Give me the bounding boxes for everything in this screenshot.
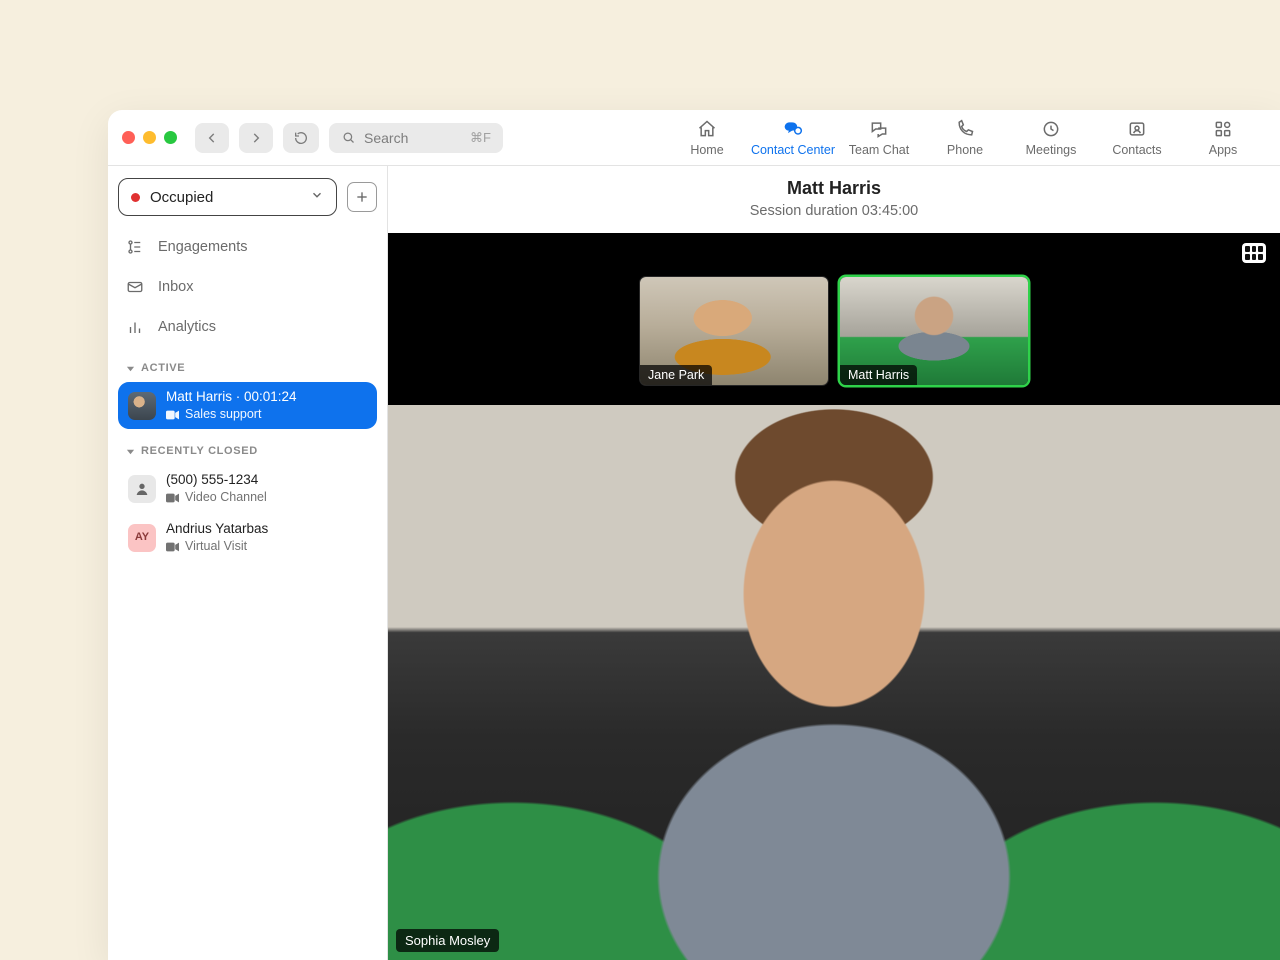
clock-icon: [1041, 119, 1061, 139]
bar-chart-icon: [126, 318, 144, 336]
chevron-left-icon: [205, 131, 219, 145]
plus-icon: [354, 189, 370, 205]
section-title: RECENTLY CLOSED: [141, 445, 258, 457]
person-icon: [134, 481, 150, 497]
sidebar-item-inbox[interactable]: Inbox: [118, 268, 377, 306]
search-input[interactable]: Search ⌘F: [329, 123, 503, 153]
status-row: Occupied: [118, 178, 377, 216]
tab-home[interactable]: Home: [664, 110, 750, 165]
session-duration: Session duration 03:45:00: [388, 203, 1280, 219]
chevron-down-icon: [310, 188, 324, 206]
avatar: [128, 392, 156, 420]
fullscreen-window-icon[interactable]: [164, 131, 177, 144]
contact-card-icon: [1127, 119, 1147, 139]
engagement-active-0[interactable]: Matt Harris · 00:01:24 Sales support: [118, 382, 377, 429]
tab-label: Meetings: [1026, 143, 1077, 157]
search-icon: [341, 130, 356, 145]
main-panel: Matt Harris Session duration 03:45:00 Ja…: [388, 166, 1280, 960]
app-window: Search ⌘F Home Contact Center Team Chat …: [108, 110, 1280, 960]
nav-forward-button[interactable]: [239, 123, 273, 153]
avatar: AY: [128, 524, 156, 552]
chat-bubbles-icon: [869, 119, 889, 139]
avatar-initials: AY: [135, 530, 149, 545]
tab-contact-center[interactable]: Contact Center: [750, 110, 836, 165]
tab-label: Team Chat: [849, 143, 909, 157]
sidebar: Occupied Engagements Inbox Analyt: [108, 166, 388, 960]
tab-team-chat[interactable]: Team Chat: [836, 110, 922, 165]
engagement-title: Matt Harris · 00:01:24: [166, 388, 297, 406]
search-placeholder: Search: [364, 130, 408, 146]
engagement-recent-1[interactable]: AY Andrius Yatarbas Virtual Visit: [118, 514, 377, 561]
mail-icon: [126, 278, 144, 296]
new-engagement-button[interactable]: [347, 182, 377, 212]
app-body: Occupied Engagements Inbox Analyt: [108, 166, 1280, 960]
sidebar-item-label: Inbox: [158, 279, 193, 295]
window-traffic-lights[interactable]: [122, 131, 177, 144]
tab-label: Apps: [1209, 143, 1238, 157]
engagements-icon: [126, 238, 144, 256]
agent-status-select[interactable]: Occupied: [118, 178, 337, 216]
sidebar-item-label: Engagements: [158, 239, 247, 255]
active-speaker-video[interactable]: Sophia Mosley: [388, 405, 1280, 960]
engagement-title: Andrius Yatarbas: [166, 520, 268, 538]
history-button[interactable]: [283, 123, 319, 153]
video-call-area: Jane Park Matt Harris Sophia Mosley: [388, 233, 1280, 960]
tab-label: Contact Center: [751, 143, 835, 157]
sidebar-item-analytics[interactable]: Analytics: [118, 308, 377, 346]
gallery-view-button[interactable]: [1242, 243, 1266, 263]
avatar: [128, 475, 156, 503]
session-contact-name: Matt Harris: [388, 178, 1280, 199]
participant-thumbnails: Jane Park Matt Harris: [388, 233, 1280, 385]
participant-thumbnail-0[interactable]: Jane Park: [640, 277, 828, 385]
tab-contacts[interactable]: Contacts: [1094, 110, 1180, 165]
status-label: Occupied: [150, 189, 213, 206]
headset-chat-icon: [783, 119, 803, 139]
tab-apps[interactable]: Apps: [1180, 110, 1266, 165]
participant-thumbnail-1[interactable]: Matt Harris: [840, 277, 1028, 385]
minimize-window-icon[interactable]: [143, 131, 156, 144]
engagement-channel: Virtual Visit: [185, 538, 247, 555]
tab-meetings[interactable]: Meetings: [1008, 110, 1094, 165]
sidebar-item-engagements[interactable]: Engagements: [118, 228, 377, 266]
top-tabs: Home Contact Center Team Chat Phone Meet…: [664, 110, 1266, 165]
engagement-recent-0[interactable]: (500) 555-1234 Video Channel: [118, 465, 377, 512]
video-icon: [166, 542, 179, 552]
tab-label: Contacts: [1112, 143, 1161, 157]
status-dot-icon: [131, 193, 140, 202]
phone-icon: [955, 119, 975, 139]
tab-label: Home: [690, 143, 723, 157]
sidebar-item-label: Analytics: [158, 319, 216, 335]
video-icon: [166, 493, 179, 503]
engagement-channel: Video Channel: [185, 489, 267, 506]
participant-name-label: Matt Harris: [840, 365, 917, 385]
search-shortcut: ⌘F: [470, 130, 491, 146]
tab-label: Phone: [947, 143, 983, 157]
chevron-right-icon: [249, 131, 263, 145]
toolbar: Search ⌘F Home Contact Center Team Chat …: [108, 110, 1280, 166]
session-header: Matt Harris Session duration 03:45:00: [388, 166, 1280, 233]
engagement-channel: Sales support: [185, 406, 261, 423]
history-icon: [293, 130, 309, 146]
section-header-recent[interactable]: RECENTLY CLOSED: [118, 431, 377, 463]
tab-phone[interactable]: Phone: [922, 110, 1008, 165]
video-icon: [166, 410, 179, 420]
engagement-title: (500) 555-1234: [166, 471, 267, 489]
section-header-active[interactable]: ACTIVE: [118, 348, 377, 380]
caret-down-icon: [126, 447, 135, 456]
home-icon: [697, 119, 717, 139]
nav-back-button[interactable]: [195, 123, 229, 153]
participant-name-label: Jane Park: [640, 365, 712, 385]
caret-down-icon: [126, 364, 135, 373]
section-title: ACTIVE: [141, 362, 185, 374]
apps-grid-icon: [1213, 119, 1233, 139]
active-speaker-name-label: Sophia Mosley: [396, 929, 499, 952]
close-window-icon[interactable]: [122, 131, 135, 144]
